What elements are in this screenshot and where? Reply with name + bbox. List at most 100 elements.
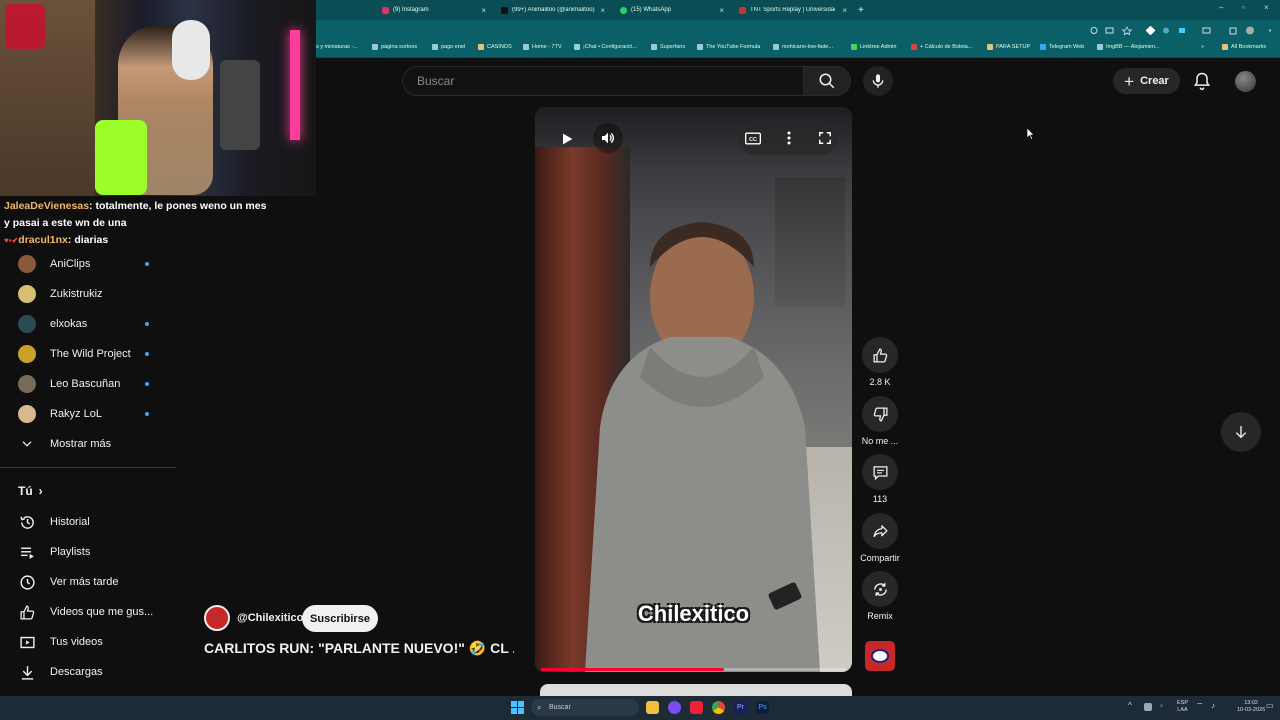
next-short-preview[interactable] [540,684,852,696]
volume-icon[interactable]: ♪ [1211,702,1215,710]
language-indicator[interactable]: ESP LAA [1177,700,1188,714]
sidebar-subscription-elxokas[interactable]: elxokas [18,313,168,335]
dislike-button[interactable] [862,396,898,432]
file-explorer-icon[interactable] [646,701,659,714]
windows-start-icon[interactable] [511,701,524,714]
share-button[interactable] [862,513,898,549]
play-button[interactable] [553,125,581,153]
browser-tab-tiktok[interactable]: (99+) Animalitoo (@animalitoo) × [497,2,609,18]
tray-app-icon[interactable] [1144,703,1152,711]
captions-button[interactable]: CC [743,128,763,148]
dislike-action[interactable]: No me ... [860,396,900,446]
sidebar-subscription-aniclips[interactable]: AniClips [18,253,168,275]
bookmark-item[interactable]: PARA SETUP [987,44,1030,50]
tab-title: TNT Sports Replay | Universidad [750,7,835,13]
taskbar-search[interactable]: ⌕ Buscar [531,699,639,716]
network-icon[interactable]: ⌔ [1196,702,1204,710]
bookmark-item[interactable]: ¡Chat • Configuració... [574,44,637,50]
bookmark-item[interactable]: mohicano-low-fade... [773,44,833,50]
remix-button[interactable] [862,571,898,607]
bookmark-item[interactable]: The YouTube Formula [697,44,760,50]
create-button[interactable]: + Crear [1113,68,1180,94]
browser-tab-whatsapp[interactable]: (15) WhatsApp × [616,2,728,18]
bookmarks-overflow-icon[interactable]: » [1201,44,1204,50]
chat-message: ♥▪✔dracul1nx: diarias [4,234,109,246]
next-video-button[interactable] [1221,412,1261,452]
close-icon[interactable]: × [842,6,847,15]
bookmark-item[interactable]: ImgBB — Alojamien... [1097,44,1160,50]
fullscreen-button[interactable] [815,128,835,148]
bookmark-item[interactable]: pago enel [432,44,465,50]
sidebar-item-liked-videos[interactable]: Videos que me gus... [18,601,168,623]
chrome-icon[interactable] [712,701,725,714]
sidebar-item-downloads[interactable]: Descargas [18,661,168,683]
window-close-icon[interactable]: × [1264,3,1269,12]
notifications-bell-icon[interactable] [1192,71,1212,91]
minimize-icon[interactable]: – [1219,3,1223,12]
bookmark-item[interactable]: página sorteos [372,44,417,50]
bookmark-item[interactable]: s y miniaturas -... [316,44,358,50]
shorts-video-player[interactable]: CC Chilexitico [535,107,852,672]
close-icon[interactable]: × [719,6,724,15]
like-button[interactable] [862,337,898,373]
channel-name[interactable]: @Chilexitico [237,612,303,624]
sidebar-subscription-the-wild-project[interactable]: The Wild Project [18,343,168,365]
more-options-button[interactable] [779,128,799,148]
sidebar-item-historial[interactable]: Historial [18,511,168,533]
close-icon[interactable]: × [481,6,486,15]
sidebar-item-watch-later[interactable]: Ver más tarde [18,571,168,593]
new-tab-button[interactable]: + [854,2,866,18]
bookmark-item[interactable]: Telegram Web [1040,44,1084,50]
sidebar-item-your-videos[interactable]: Tus videos [18,631,168,653]
browser-tab-instagram[interactable]: (9) Instagram × [378,2,490,18]
voice-search-button[interactable] [863,66,893,96]
sidebar-item-playlists[interactable]: Playlists [18,541,168,563]
sidebar-subscription-zukistrukiz[interactable]: Zukistrukiz [18,283,168,305]
show-more-button[interactable]: Mostrar más [18,433,168,455]
bookmark-item[interactable]: Linktree Admin [851,44,896,50]
volume-icon [602,132,614,144]
tray-app-icon[interactable]: ◦ [1160,702,1163,710]
search-box[interactable] [402,66,803,96]
search-input[interactable] [403,67,803,95]
app-icon[interactable] [690,701,703,714]
subscription-label: Rakyz LoL [50,408,102,420]
you-section-header[interactable]: Tú › [18,484,43,498]
all-bookmarks[interactable]: All Bookmarks [1222,44,1266,50]
bookmark-item[interactable]: Home - 7TV [523,44,562,50]
toolbar-icons[interactable] [1090,26,1280,35]
account-avatar[interactable] [1235,71,1256,92]
search-button[interactable] [803,66,851,96]
maximize-icon[interactable]: ▫ [1242,3,1245,12]
tray-overflow-icon[interactable]: ^ [1128,702,1132,710]
volume-button[interactable] [593,123,623,153]
bookmark-item[interactable]: Superfans [651,44,685,50]
subscribe-button[interactable]: Suscribirse [302,605,378,632]
like-action[interactable]: 2.8 K [860,337,900,387]
photoshop-icon[interactable]: Ps [756,701,769,714]
bookmark-icon [697,44,703,50]
taskbar-clock[interactable]: 13:02 10-03-2026 [1237,700,1265,714]
browser-tab-tnt[interactable]: TNT Sports Replay | Universidad × [735,2,851,18]
premiere-icon[interactable]: Pr [734,701,747,714]
video-title[interactable]: CARLITOS RUN: "PARLANTE NUEVO!" 🤣 CL ... [204,640,514,657]
chair [220,60,260,150]
close-icon[interactable]: × [600,6,605,15]
remix-action[interactable]: Remix [860,571,900,621]
channel-thumbnail[interactable] [865,641,895,671]
share-action[interactable]: Compartir [860,513,900,563]
discord-icon[interactable] [668,701,681,714]
live-indicator [145,352,149,356]
notifications-icon[interactable]: ▭ [1266,702,1274,710]
bookmark-item[interactable]: CASINOS [478,44,512,50]
video-caption: Chilexitico [637,601,750,626]
sidebar-subscription-rakyz-lol[interactable]: Rakyz LoL [18,403,168,425]
channel-avatar[interactable] [204,605,230,631]
bookmark-item[interactable]: + Cálculo de Boleta... [911,44,972,50]
chat-text: totalmente, le pones weno un mes [92,200,267,212]
video-progress-bar[interactable] [541,668,846,671]
sidebar-subscription-leo-bascunan[interactable]: Leo Bascuñan [18,373,168,395]
plus-icon: + [1124,71,1135,91]
comments-button[interactable] [862,454,898,490]
comments-action[interactable]: 113 [860,454,900,504]
